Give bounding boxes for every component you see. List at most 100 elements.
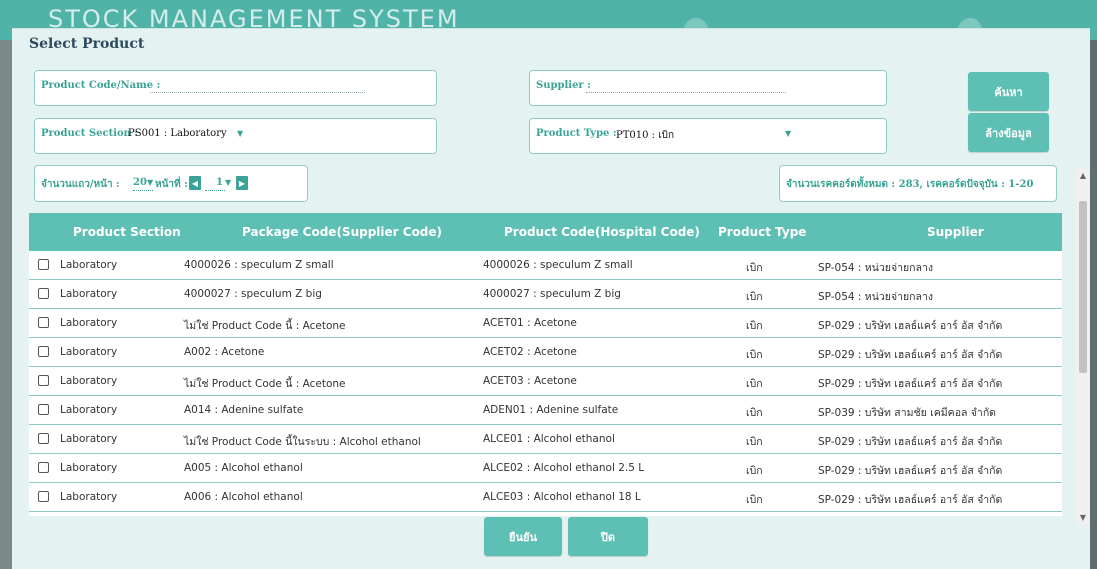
cell-supplier: SP-054 : หน่วยจ่ายกลาง xyxy=(818,262,933,274)
scroll-down-icon[interactable]: ▼ xyxy=(1076,511,1090,525)
cell-section: Laboratory xyxy=(60,433,118,445)
col-product-section: Product Section xyxy=(73,225,181,239)
checkbox-icon[interactable] xyxy=(38,404,49,415)
chevron-down-icon: ▼ xyxy=(147,178,154,187)
checkbox-icon[interactable] xyxy=(38,375,49,386)
cell-product-code: ALCE03 : Alcohol ethanol 18 L xyxy=(483,491,641,503)
cell-supplier: SP-029 : บริษัท เฮลธ์แคร์ อาร์ อัส จำกัด xyxy=(818,494,1003,506)
cell-section: Laboratory xyxy=(60,346,118,358)
confirm-button[interactable]: ยืนยัน xyxy=(484,517,562,556)
cell-product-type: เบิก xyxy=(746,291,763,303)
select-product-dialog: Select Product Product Code/Name : Suppl… xyxy=(12,28,1090,569)
checkbox-icon[interactable] xyxy=(38,346,49,357)
table-row[interactable]: Laboratory ไม่ใช่ Product Code นี้ : Ace… xyxy=(29,309,1062,338)
cell-section: Laboratory xyxy=(60,288,118,300)
product-type-value: PT010 : เบิก xyxy=(616,130,675,141)
product-code-underline xyxy=(150,92,365,93)
backdrop-right xyxy=(1090,40,1097,569)
table-row[interactable]: Laboratory 4000026 : speculum Z small 40… xyxy=(29,251,1062,280)
cell-section: Laboratory xyxy=(60,491,118,503)
supplier-field[interactable]: Supplier : xyxy=(529,70,887,106)
record-count-text: จำนวนเรคคอร์ดทั้งหมด : 283, เรคคอร์ดปัจจ… xyxy=(786,179,1034,190)
cell-product-code: ALCE01 : Alcohol ethanol xyxy=(483,433,615,445)
table-row[interactable]: Laboratory A006 : Alcohol ethanol ALCE03… xyxy=(29,483,1062,512)
cell-package-code: A014 : Adenine sulfate xyxy=(184,404,304,416)
cell-section: Laboratory xyxy=(60,259,118,271)
product-type-label: Product Type : xyxy=(536,128,617,139)
table-row[interactable]: Laboratory 4000027 : speculum Z big 4000… xyxy=(29,280,1062,309)
cell-section: Laboratory xyxy=(60,375,118,387)
product-table: Product Section Package Code(Supplier Co… xyxy=(29,213,1062,516)
page-underline xyxy=(205,190,225,191)
rows-per-page-label: จำนวนแถว/หน้า : xyxy=(41,179,120,190)
cell-product-type: เบิก xyxy=(746,494,763,506)
search-button[interactable]: ค้นหา xyxy=(968,72,1049,111)
record-count-box: จำนวนเรคคอร์ดทั้งหมด : 283, เรคคอร์ดปัจจ… xyxy=(779,165,1057,202)
cell-supplier: SP-029 : บริษัท เฮลธ์แคร์ อาร์ อัส จำกัด xyxy=(818,465,1003,477)
checkbox-icon[interactable] xyxy=(38,462,49,473)
table-header: Product Section Package Code(Supplier Co… xyxy=(29,213,1062,251)
next-page-icon[interactable]: ▶ xyxy=(236,176,248,190)
scroll-up-icon[interactable]: ▲ xyxy=(1076,169,1090,183)
product-section-select[interactable]: Product Section : PS001 : Laboratory ▼ xyxy=(34,118,437,154)
page-select[interactable]: 1 xyxy=(216,177,223,188)
page-label: หน้าที่ : xyxy=(155,179,188,190)
cell-product-code: ALCE02 : Alcohol ethanol 2.5 L xyxy=(483,462,645,474)
cell-package-code: 4000027 : speculum Z big xyxy=(184,288,322,300)
supplier-label: Supplier : xyxy=(536,80,591,91)
backdrop-left xyxy=(0,40,12,569)
table-scrollbar[interactable]: ▲ ▼ xyxy=(1076,169,1090,525)
cell-product-code: ADEN01 : Adenine sulfate xyxy=(483,404,619,416)
chevron-down-icon: ▼ xyxy=(225,178,232,187)
cell-supplier: SP-029 : บริษัท เฮลธ์แคร์ อาร์ อัส จำกัด xyxy=(818,378,1003,390)
cell-supplier: SP-029 : บริษัท เฮลธ์แคร์ อาร์ อัส จำกัด xyxy=(818,320,1003,332)
checkbox-icon[interactable] xyxy=(38,259,49,270)
chevron-down-icon: ▼ xyxy=(785,129,792,138)
col-product-type: Product Type xyxy=(718,225,807,239)
cell-product-type: เบิก xyxy=(746,465,763,477)
cell-section: Laboratory xyxy=(60,404,118,416)
table-row[interactable]: Laboratory A002 : Acetone ACET02 : Aceto… xyxy=(29,338,1062,367)
cell-supplier: SP-054 : หน่วยจ่ายกลาง xyxy=(818,291,933,303)
cell-package-code: ไม่ใช่ Product Code นี้ในระบบ : Alcohol … xyxy=(184,436,421,448)
checkbox-icon[interactable] xyxy=(38,491,49,502)
cell-package-code: 4000026 : speculum Z small xyxy=(184,259,334,271)
checkbox-icon[interactable] xyxy=(38,433,49,444)
chevron-down-icon: ▼ xyxy=(237,129,244,138)
supplier-underline xyxy=(586,92,786,93)
cell-package-code: A005 : Alcohol ethanol xyxy=(184,462,303,474)
prev-page-icon[interactable]: ◀ xyxy=(189,176,201,190)
table-row[interactable]: Laboratory ไม่ใช่ Product Code นี้ : Ace… xyxy=(29,367,1062,396)
cell-product-code: ACET01 : Acetone xyxy=(483,317,577,329)
checkbox-icon[interactable] xyxy=(38,317,49,328)
table-row[interactable]: Laboratory A014 : Adenine sulfate ADEN01… xyxy=(29,396,1062,425)
cell-package-code: ไม่ใช่ Product Code นี้ : Acetone xyxy=(184,320,346,332)
cell-product-code: 4000026 : speculum Z small xyxy=(483,259,633,271)
product-type-select[interactable]: Product Type : PT010 : เบิก ▼ xyxy=(529,118,887,154)
clear-button[interactable]: ล้างข้อมูล xyxy=(968,113,1049,152)
close-button[interactable]: ปิด xyxy=(568,517,648,556)
cell-product-code: 4000027 : speculum Z big xyxy=(483,288,621,300)
cell-supplier: SP-039 : บริษัท สามชัย เคมีคอล จำกัด xyxy=(818,407,996,419)
rows-per-page-select[interactable]: 20 xyxy=(133,177,147,188)
table-row[interactable]: Laboratory A005 : Alcohol ethanol ALCE02… xyxy=(29,454,1062,483)
cell-product-code: ACET03 : Acetone xyxy=(483,375,577,387)
cell-product-type: เบิก xyxy=(746,407,763,419)
product-code-field[interactable]: Product Code/Name : xyxy=(34,70,437,106)
col-package-code: Package Code(Supplier Code) xyxy=(242,225,443,239)
cell-product-type: เบิก xyxy=(746,378,763,390)
col-supplier: Supplier xyxy=(927,225,984,239)
cell-supplier: SP-029 : บริษัท เฮลธ์แคร์ อาร์ อัส จำกัด xyxy=(818,349,1003,361)
cell-product-type: เบิก xyxy=(746,320,763,332)
col-product-code: Product Code(Hospital Code) xyxy=(504,225,700,239)
rows-underline xyxy=(133,190,153,191)
cell-section: Laboratory xyxy=(60,462,118,474)
cell-product-type: เบิก xyxy=(746,262,763,274)
product-code-label: Product Code/Name : xyxy=(41,80,161,91)
cell-product-type: เบิก xyxy=(746,436,763,448)
scroll-thumb[interactable] xyxy=(1079,201,1087,373)
pagination-control: จำนวนแถว/หน้า : 20 ▼ หน้าที่ : ◀ 1 ▼ ▶ xyxy=(34,165,308,202)
checkbox-icon[interactable] xyxy=(38,288,49,299)
dialog-title: Select Product xyxy=(29,36,145,52)
table-row[interactable]: Laboratory ไม่ใช่ Product Code นี้ในระบบ… xyxy=(29,425,1062,454)
